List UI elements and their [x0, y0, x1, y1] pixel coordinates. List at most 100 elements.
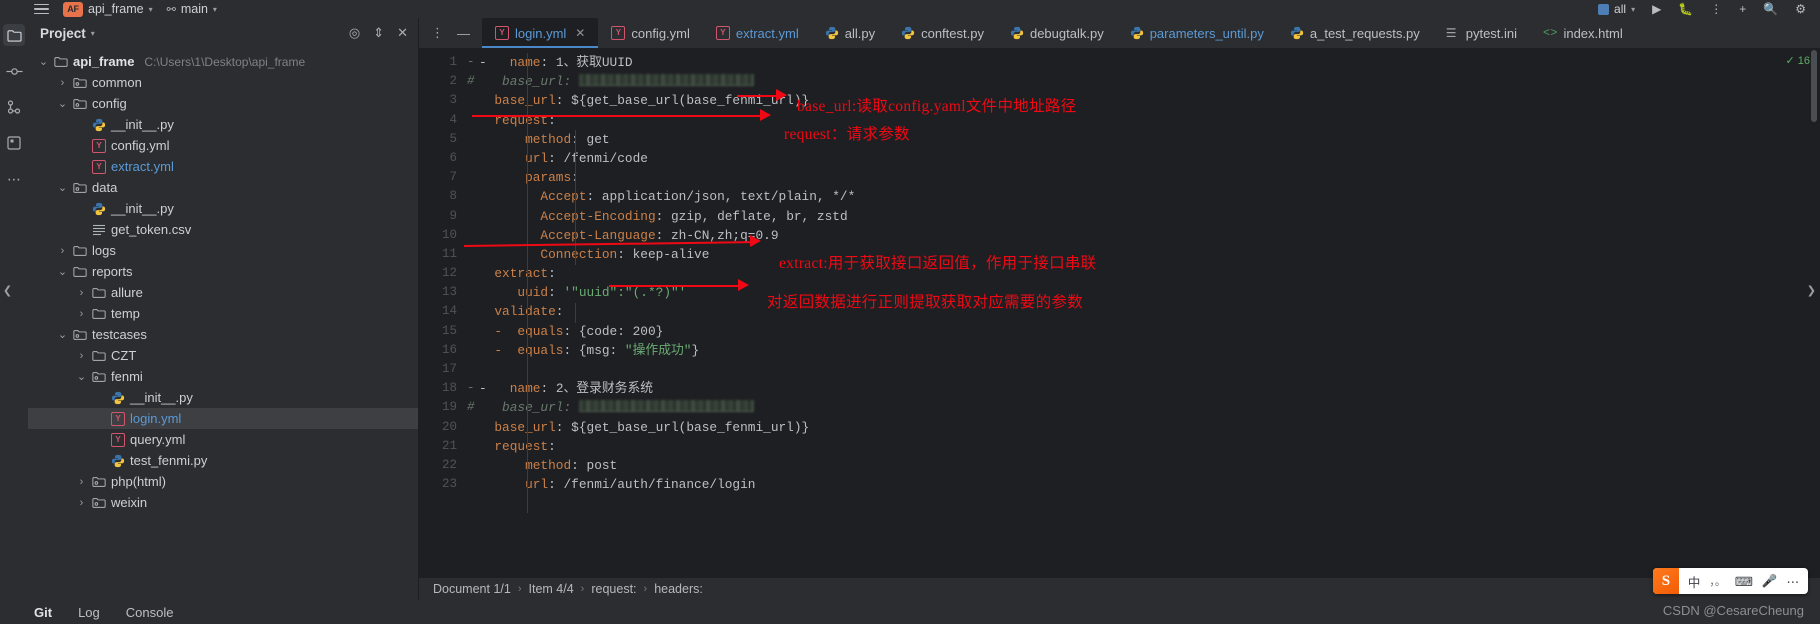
project-tool-icon[interactable] [3, 24, 25, 46]
ime-punctuation-label[interactable]: ，。 [1709, 573, 1726, 589]
fold-gutter[interactable]: - # - # [465, 48, 479, 578]
breadcrumb-item[interactable]: headers: [654, 582, 703, 596]
tree-node-api_frame[interactable]: ⌄ api_frame C:\Users\1\Desktop\api_frame [28, 51, 418, 72]
chevron-right-icon[interactable]: › [57, 245, 68, 257]
chevron-down-icon[interactable]: ⌄ [57, 265, 68, 278]
expand-left-panel-handle[interactable]: ❮ [0, 268, 15, 312]
tree-node-logs[interactable]: › logs [28, 240, 418, 261]
tree-node-__init__-py[interactable]: ›__init__.py [28, 198, 418, 219]
chevron-right-icon[interactable]: › [76, 476, 87, 488]
tool-window-git[interactable]: Git [34, 605, 52, 620]
tree-node-config[interactable]: ⌄ config [28, 93, 418, 114]
csv-file-icon [92, 224, 106, 236]
chevron-down-icon[interactable]: ⌄ [38, 55, 49, 68]
tool-window-bar[interactable]: Git Log Console [0, 600, 1820, 624]
breadcrumb[interactable]: Document 1/1 › Item 4/4 › request: › headers: [433, 582, 703, 596]
keyboard-icon[interactable]: ⌨ [1735, 574, 1753, 589]
chevron-down-icon[interactable]: ▾ [91, 29, 95, 38]
editor-tab-index-html[interactable]: <> index.html [1530, 18, 1636, 48]
hide-panel-icon[interactable]: ✕ [397, 25, 408, 41]
pull-requests-icon[interactable] [3, 96, 25, 118]
code-content[interactable]: - name: 1、获取UUID base_url: base_url: ${g… [479, 48, 1808, 578]
python-file-icon [1010, 26, 1024, 40]
microphone-icon[interactable]: 🎤 [1762, 574, 1778, 589]
tree-node-__init__-py[interactable]: ›__init__.py [28, 114, 418, 135]
expand-collapse-icon[interactable]: ⇕ [373, 25, 384, 41]
add-icon[interactable]: + [1739, 2, 1746, 16]
code-editor[interactable]: 1 2 3 4 5 6 7 8 9 10 11 12 13 14 15 16 17 18 19 20 21 22 23 - #… [419, 48, 1820, 578]
editor-tabs[interactable]: Ylogin.yml ✕ Yconfig.yml Yextract.yml all.py… [482, 18, 1636, 48]
ime-mode-label[interactable]: 中 [1688, 572, 1701, 591]
chevron-down-icon[interactable]: ⌄ [57, 328, 68, 341]
chevron-right-icon[interactable]: › [76, 497, 87, 509]
close-icon[interactable]: ✕ [575, 26, 585, 40]
tree-node-test_fenmi-py[interactable]: ›test_fenmi.py [28, 450, 418, 471]
editor-scrollbar[interactable] [1808, 48, 1820, 578]
run-configuration-selector[interactable]: all ▾ [1598, 2, 1635, 16]
annotation-text: extract:用于获取接口返回值，作用于接口串联 [779, 255, 1097, 272]
expand-right-panel-handle[interactable]: ❯ [1807, 284, 1816, 297]
ime-toolbar[interactable]: S 中 ，。 ⌨ 🎤 ⋯ [1652, 568, 1808, 594]
editor-options-icon[interactable]: ⋮ [431, 25, 444, 41]
chevron-right-icon[interactable]: › [57, 77, 68, 89]
chevron-right-icon[interactable]: › [76, 308, 87, 320]
tree-node-testcases[interactable]: ⌄ testcases [28, 324, 418, 345]
tree-node-extract-yml[interactable]: ›Yextract.yml [28, 156, 418, 177]
chevron-down-icon[interactable]: ⌄ [57, 97, 68, 110]
scrollbar-thumb[interactable] [1811, 50, 1817, 122]
structure-tool-icon[interactable] [3, 132, 25, 154]
project-name-label: api_frame [88, 2, 144, 16]
editor-tab-conftest-py[interactable]: conftest.py [888, 18, 997, 48]
editor-tab-config-yml[interactable]: Yconfig.yml [598, 18, 703, 48]
tree-node-allure[interactable]: › allure [28, 282, 418, 303]
debug-icon[interactable]: 🐛 [1678, 2, 1693, 16]
breadcrumb-item[interactable]: Item 4/4 [529, 582, 574, 596]
hamburger-menu-icon[interactable] [34, 3, 49, 15]
tree-node-fenmi[interactable]: ⌄ fenmi [28, 366, 418, 387]
editor-tab-extract-yml[interactable]: Yextract.yml [703, 18, 812, 48]
editor-tab-a_test_requests-py[interactable]: a_test_requests.py [1277, 18, 1433, 48]
tree-node-common[interactable]: › common [28, 72, 418, 93]
editor-tab-parameters_until-py[interactable]: parameters_until.py [1117, 18, 1277, 48]
select-opened-file-icon[interactable]: ◎ [349, 25, 360, 41]
code-token: 2、登录财务系统 [555, 381, 654, 397]
editor-tab-pytest-ini[interactable]: ☰ pytest.ini [1433, 18, 1530, 48]
project-selector[interactable]: AF api_frame ▾ [63, 1, 153, 17]
chevron-down-icon[interactable]: ⌄ [76, 370, 87, 383]
search-icon[interactable]: 🔍 [1763, 2, 1778, 16]
minimize-editor-icon[interactable]: — [457, 26, 470, 41]
tree-node-weixin[interactable]: › weixin [28, 492, 418, 513]
editor-tab-all-py[interactable]: all.py [812, 18, 888, 48]
editor-tab-login-yml[interactable]: Ylogin.yml ✕ [482, 18, 599, 48]
fold-marker[interactable]: - [465, 379, 479, 398]
tool-window-log[interactable]: Log [78, 605, 100, 620]
code-token: base_url [479, 74, 564, 90]
editor-tab-debugtalk-py[interactable]: debugtalk.py [997, 18, 1117, 48]
branch-selector[interactable]: ⚯ main ▾ [167, 2, 217, 16]
commit-tool-icon[interactable] [3, 60, 25, 82]
project-tree[interactable]: ⌄ api_frame C:\Users\1\Desktop\api_frame › c… [28, 48, 418, 600]
tree-node-data[interactable]: ⌄ data [28, 177, 418, 198]
ime-menu-icon[interactable]: ⋯ [1787, 574, 1800, 589]
tree-node-php-html-[interactable]: › php(html) [28, 471, 418, 492]
inspection-status-badge[interactable]: ✓ 16 [1786, 54, 1810, 68]
tree-node-czt[interactable]: › CZT [28, 345, 418, 366]
fold-marker[interactable]: - [465, 53, 479, 72]
run-icon[interactable]: ▶ [1652, 2, 1661, 16]
tree-node-temp[interactable]: › temp [28, 303, 418, 324]
breadcrumb-item[interactable]: Document 1/1 [433, 582, 511, 596]
tool-window-console[interactable]: Console [126, 605, 174, 620]
tree-node-__init__-py[interactable]: ›__init__.py [28, 387, 418, 408]
tree-node-reports[interactable]: ⌄ reports [28, 261, 418, 282]
tree-node-get_token-csv[interactable]: ›get_token.csv [28, 219, 418, 240]
breadcrumb-item[interactable]: request: [591, 582, 636, 596]
more-options-icon[interactable]: ⋮ [1710, 2, 1722, 16]
chevron-down-icon[interactable]: ⌄ [57, 181, 68, 194]
chevron-right-icon[interactable]: › [76, 350, 87, 362]
more-tool-windows-icon[interactable]: ⋯ [3, 168, 25, 190]
tree-node-query-yml[interactable]: ›Yquery.yml [28, 429, 418, 450]
tree-node-login-yml[interactable]: ›Ylogin.yml [28, 408, 418, 429]
chevron-right-icon[interactable]: › [76, 287, 87, 299]
tree-node-config-yml[interactable]: ›Yconfig.yml [28, 135, 418, 156]
gear-icon[interactable]: ⚙ [1795, 2, 1806, 16]
